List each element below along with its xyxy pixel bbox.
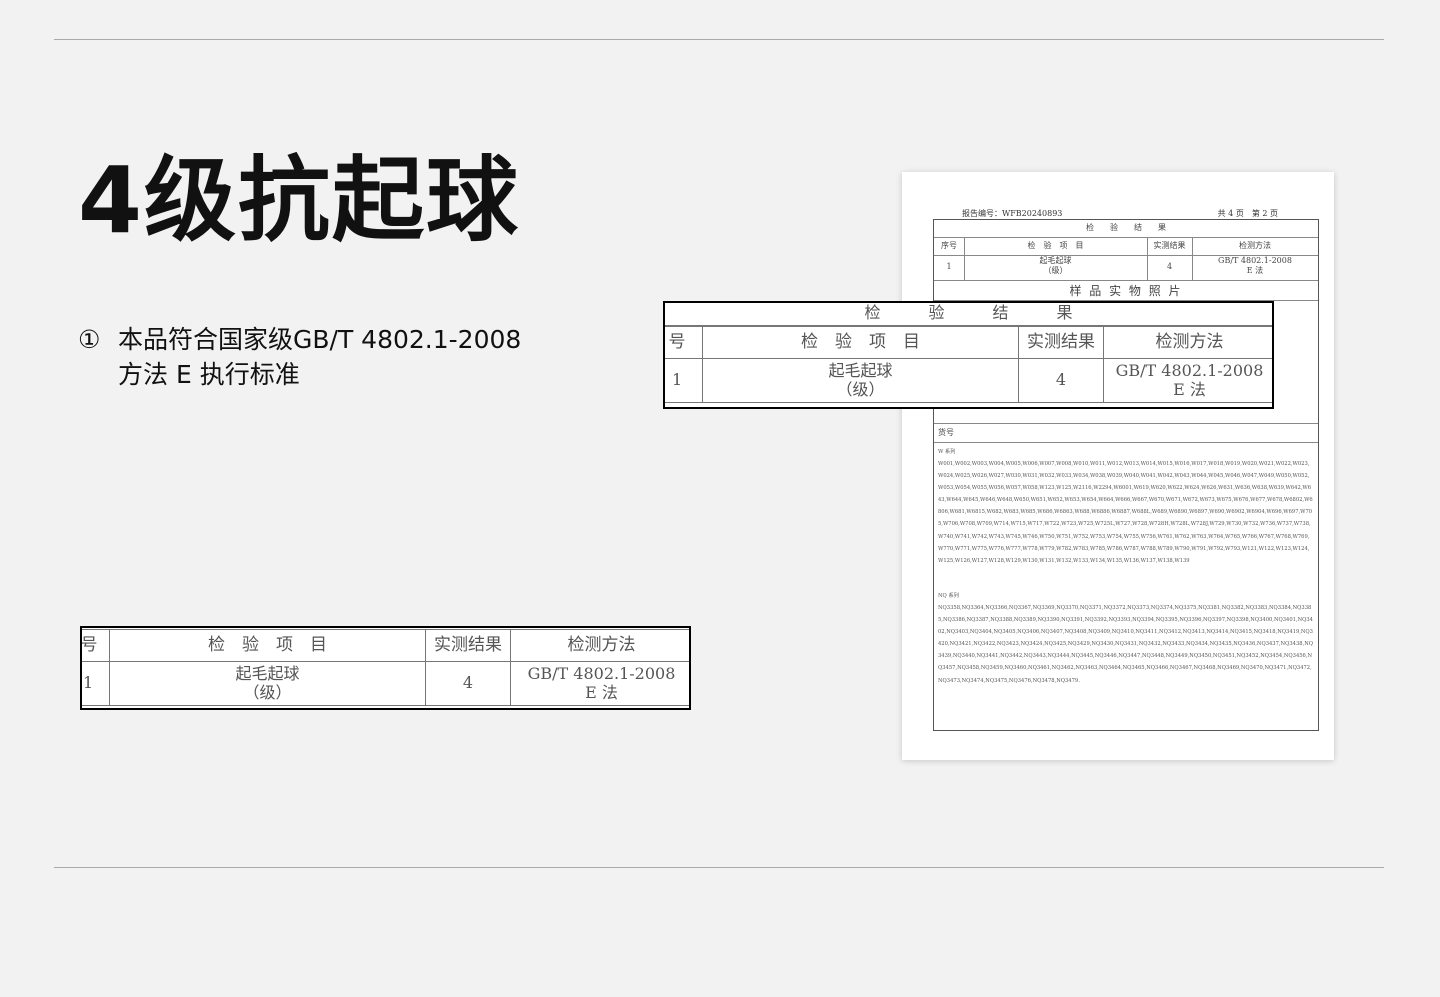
cell-method-standard: GB/T 4802.1-2008 xyxy=(527,664,676,684)
note-line-2: 方法 E 执行标准 xyxy=(118,360,300,389)
report-item-name: 起毛起球 xyxy=(1039,256,1072,265)
cell-item: 起毛起球 （级） xyxy=(702,358,1019,403)
cell-item-name: 起毛起球 xyxy=(235,664,300,684)
note-line-1: 本品符合国家级GB/T 4802.1-2008 xyxy=(118,325,522,354)
header-seq: 号 xyxy=(665,326,703,359)
rule xyxy=(934,442,1318,443)
cell-item: 起毛起球 （级） xyxy=(109,661,426,706)
test-report-page: 报告编号：WFB20240893 共 4 页 第 2 页 检 验 结 果 序号 … xyxy=(902,172,1334,760)
report-method-standard: GB/T 4802.1-2008 xyxy=(1218,256,1292,265)
report-section-title: 检 验 结 果 xyxy=(1086,223,1166,232)
header-item: 检 验 项 目 xyxy=(109,629,426,662)
note-number: ① xyxy=(78,325,101,354)
cell-method-standard: GB/T 4802.1-2008 xyxy=(1115,361,1264,381)
nq-series-label: NQ 系列 xyxy=(938,593,959,599)
header-result: 实测结果 xyxy=(425,629,511,662)
cell-result: 4 xyxy=(425,661,511,706)
goods-label: 货号 xyxy=(938,428,954,437)
cell-seq: 1 xyxy=(82,661,110,706)
report-frame: 检 验 结 果 序号 检 验 项 目 实测结果 检测方法 1 起毛起球 （级） … xyxy=(933,219,1319,731)
cell-method-variant: E 法 xyxy=(1173,379,1206,399)
cell-method: GB/T 4802.1-2008 E 法 xyxy=(510,661,689,706)
report-item-unit: （级） xyxy=(1043,266,1068,275)
bottom-divider xyxy=(54,867,1384,868)
note-text: 本品符合国家级GB/T 4802.1-2008 方法 E 执行标准 xyxy=(118,322,548,392)
rule xyxy=(934,423,1318,424)
standard-note: ① 本品符合国家级GB/T 4802.1-2008 方法 E 执行标准 xyxy=(78,322,548,392)
w-series-label: W 系列 xyxy=(938,449,956,455)
result-table: 号 检 验 项 目 实测结果 检测方法 1 起毛起球 （级） 4 GB/T 48… xyxy=(82,629,689,706)
w-series-list: W001,W002,W003,W004,W005,W006,W007,W008,… xyxy=(938,461,1313,564)
header-method: 检测方法 xyxy=(510,629,689,662)
report-number: 报告编号：WFB20240893 xyxy=(962,209,1063,218)
cell-item-unit: （级） xyxy=(243,682,292,702)
cell-method-variant: E 法 xyxy=(585,682,618,702)
report-page-count: 共 4 页 第 2 页 xyxy=(1217,209,1278,218)
cell-method: GB/T 4802.1-2008 E 法 xyxy=(1103,358,1272,403)
cell-item-name: 起毛起球 xyxy=(828,361,893,381)
top-divider xyxy=(54,39,1384,40)
report-cell-item: 起毛起球 （级） xyxy=(964,256,1147,276)
report-cell-result: 4 xyxy=(1166,262,1173,271)
cell-seq: 1 xyxy=(665,358,703,403)
report-method-variant: E 法 xyxy=(1246,266,1264,275)
zoomed-result-table-right: 检 验 结 果 号 检 验 项 目 实测结果 检测方法 1 起毛起球 （级） 4… xyxy=(663,301,1274,409)
report-header-result: 实测结果 xyxy=(1153,241,1186,250)
cell-item-unit: （级） xyxy=(836,379,885,399)
rule xyxy=(934,280,1318,281)
report-cell-method: GB/T 4802.1-2008 E 法 xyxy=(1192,256,1318,276)
zoomed-result-table-left: 号 检 验 项 目 实测结果 检测方法 1 起毛起球 （级） 4 GB/T 48… xyxy=(80,626,691,710)
cell-result: 4 xyxy=(1018,358,1104,403)
photo-section-title: 样 品 实 物 照 片 xyxy=(1069,284,1183,298)
header-result: 实测结果 xyxy=(1018,326,1104,359)
header-seq: 号 xyxy=(82,629,110,662)
page-title: 4级抗起球 xyxy=(78,147,521,254)
nq-series-list: NQ3358,NQ3364,NQ3366,NQ3367,NQ3369,NQ337… xyxy=(938,605,1313,684)
report-cell-seq: 1 xyxy=(946,262,952,271)
crop-section-title: 检 验 结 果 xyxy=(665,303,1272,326)
header-method: 检测方法 xyxy=(1103,326,1272,359)
report-header-seq: 序号 xyxy=(941,241,957,250)
report-header-item: 检 验 项 目 xyxy=(1027,241,1084,250)
header-item: 检 验 项 目 xyxy=(702,326,1019,359)
rule xyxy=(934,237,1318,238)
report-header-method: 检测方法 xyxy=(1239,241,1271,250)
result-table-zoom: 号 检 验 项 目 实测结果 检测方法 1 起毛起球 （级） 4 GB/T 48… xyxy=(665,326,1272,403)
